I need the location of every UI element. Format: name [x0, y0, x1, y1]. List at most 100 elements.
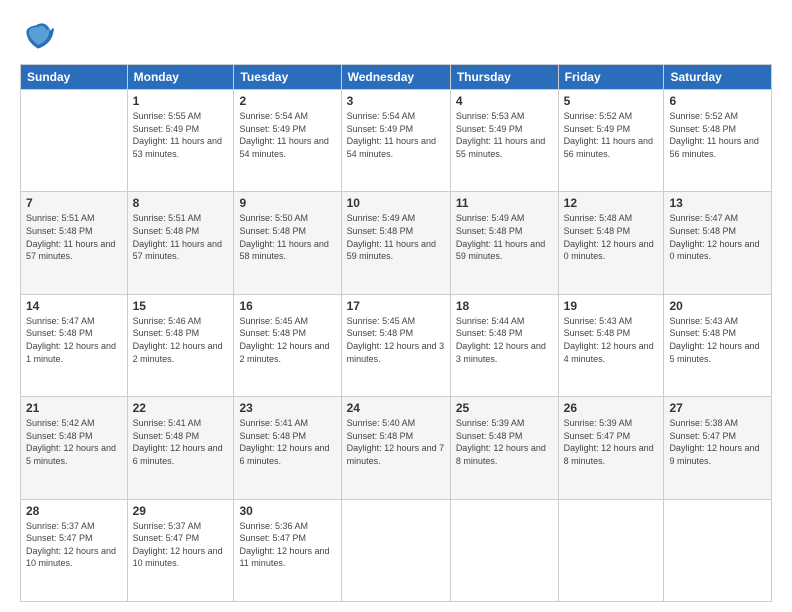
calendar-cell: 17 Sunrise: 5:45 AMSunset: 5:48 PMDayligh…: [341, 294, 450, 396]
day-info: Sunrise: 5:52 AMSunset: 5:48 PMDaylight:…: [669, 111, 758, 159]
day-number: 13: [669, 196, 766, 210]
weekday-header: Sunday: [21, 65, 128, 90]
day-number: 15: [133, 299, 229, 313]
calendar-cell: [341, 499, 450, 601]
day-number: 27: [669, 401, 766, 415]
calendar-cell: 13 Sunrise: 5:47 AMSunset: 5:48 PMDayligh…: [664, 192, 772, 294]
day-info: Sunrise: 5:49 AMSunset: 5:48 PMDaylight:…: [456, 213, 545, 261]
calendar-week-row: 7 Sunrise: 5:51 AMSunset: 5:48 PMDaylight…: [21, 192, 772, 294]
calendar-cell: 11 Sunrise: 5:49 AMSunset: 5:48 PMDayligh…: [450, 192, 558, 294]
calendar-cell: 18 Sunrise: 5:44 AMSunset: 5:48 PMDayligh…: [450, 294, 558, 396]
day-info: Sunrise: 5:52 AMSunset: 5:49 PMDaylight:…: [564, 111, 653, 159]
calendar-cell: 22 Sunrise: 5:41 AMSunset: 5:48 PMDayligh…: [127, 397, 234, 499]
day-number: 14: [26, 299, 122, 313]
calendar-cell: 29Sunrise: 5:37 AMSunset: 5:47 PMDayligh…: [127, 499, 234, 601]
weekday-header: Saturday: [664, 65, 772, 90]
calendar-cell: 5 Sunrise: 5:52 AMSunset: 5:49 PMDaylight…: [558, 90, 664, 192]
day-number: 17: [347, 299, 445, 313]
calendar-cell: 16 Sunrise: 5:45 AMSunset: 5:48 PMDayligh…: [234, 294, 341, 396]
calendar-week-row: 21 Sunrise: 5:42 AMSunset: 5:48 PMDayligh…: [21, 397, 772, 499]
calendar-cell: [664, 499, 772, 601]
logo-icon: [20, 18, 56, 54]
day-info: Sunrise: 5:37 AMSunset: 5:47 PMDaylight:…: [133, 521, 223, 569]
day-number: 21: [26, 401, 122, 415]
calendar-cell: 27 Sunrise: 5:38 AMSunset: 5:47 PMDayligh…: [664, 397, 772, 499]
calendar-cell: 25 Sunrise: 5:39 AMSunset: 5:48 PMDayligh…: [450, 397, 558, 499]
day-info: Sunrise: 5:55 AMSunset: 5:49 PMDaylight:…: [133, 111, 222, 159]
day-info: Sunrise: 5:44 AMSunset: 5:48 PMDaylight:…: [456, 316, 546, 364]
day-info: Sunrise: 5:46 AMSunset: 5:48 PMDaylight:…: [133, 316, 223, 364]
day-info: Sunrise: 5:45 AMSunset: 5:48 PMDaylight:…: [239, 316, 329, 364]
day-number: 2: [239, 94, 335, 108]
day-number: 24: [347, 401, 445, 415]
calendar-cell: 9 Sunrise: 5:50 AMSunset: 5:48 PMDaylight…: [234, 192, 341, 294]
calendar-week-row: 28 Sunrise: 5:37 AMSunset: 5:47 PMDayligh…: [21, 499, 772, 601]
day-number: 9: [239, 196, 335, 210]
day-info: Sunrise: 5:38 AMSunset: 5:47 PMDaylight:…: [669, 418, 759, 466]
calendar-cell: [21, 90, 128, 192]
day-info: Sunrise: 5:36 AMSunset: 5:47 PMDaylight:…: [239, 521, 329, 569]
calendar-cell: 12 Sunrise: 5:48 AMSunset: 5:48 PMDayligh…: [558, 192, 664, 294]
weekday-header: Wednesday: [341, 65, 450, 90]
calendar-cell: 19 Sunrise: 5:43 AMSunset: 5:48 PMDayligh…: [558, 294, 664, 396]
calendar-cell: 23 Sunrise: 5:41 AMSunset: 5:48 PMDayligh…: [234, 397, 341, 499]
day-info: Sunrise: 5:54 AMSunset: 5:49 PMDaylight:…: [347, 111, 436, 159]
weekday-header: Tuesday: [234, 65, 341, 90]
day-number: 12: [564, 196, 659, 210]
day-info: Sunrise: 5:54 AMSunset: 5:49 PMDaylight:…: [239, 111, 328, 159]
day-info: Sunrise: 5:48 AMSunset: 5:48 PMDaylight:…: [564, 213, 654, 261]
calendar-cell: 6 Sunrise: 5:52 AMSunset: 5:48 PMDaylight…: [664, 90, 772, 192]
day-info: Sunrise: 5:47 AMSunset: 5:48 PMDaylight:…: [669, 213, 759, 261]
day-info: Sunrise: 5:39 AMSunset: 5:48 PMDaylight:…: [456, 418, 546, 466]
day-number: 6: [669, 94, 766, 108]
day-info: Sunrise: 5:40 AMSunset: 5:48 PMDaylight:…: [347, 418, 445, 466]
day-info: Sunrise: 5:53 AMSunset: 5:49 PMDaylight:…: [456, 111, 545, 159]
calendar-cell: 3 Sunrise: 5:54 AMSunset: 5:49 PMDaylight…: [341, 90, 450, 192]
day-number: 20: [669, 299, 766, 313]
day-info: Sunrise: 5:50 AMSunset: 5:48 PMDaylight:…: [239, 213, 328, 261]
day-number: 26: [564, 401, 659, 415]
calendar-cell: 15 Sunrise: 5:46 AMSunset: 5:48 PMDayligh…: [127, 294, 234, 396]
day-info: Sunrise: 5:45 AMSunset: 5:48 PMDaylight:…: [347, 316, 445, 364]
calendar-cell: 24 Sunrise: 5:40 AMSunset: 5:48 PMDayligh…: [341, 397, 450, 499]
day-number: 19: [564, 299, 659, 313]
weekday-header: Thursday: [450, 65, 558, 90]
day-info: Sunrise: 5:41 AMSunset: 5:48 PMDaylight:…: [133, 418, 223, 466]
day-number: 18: [456, 299, 553, 313]
day-number: 5: [564, 94, 659, 108]
calendar-cell: 8Sunrise: 5:51 AMSunset: 5:48 PMDaylight…: [127, 192, 234, 294]
calendar-table: SundayMondayTuesdayWednesdayThursdayFrid…: [20, 64, 772, 602]
day-number: 7: [26, 196, 122, 210]
calendar-cell: 14Sunrise: 5:47 AMSunset: 5:48 PMDayligh…: [21, 294, 128, 396]
page: SundayMondayTuesdayWednesdayThursdayFrid…: [0, 0, 792, 612]
day-info: Sunrise: 5:42 AMSunset: 5:48 PMDaylight:…: [26, 418, 116, 466]
day-number: 16: [239, 299, 335, 313]
day-info: Sunrise: 5:41 AMSunset: 5:48 PMDaylight:…: [239, 418, 329, 466]
weekday-header: Friday: [558, 65, 664, 90]
header: [20, 18, 772, 54]
day-number: 28: [26, 504, 122, 518]
calendar-cell: 26 Sunrise: 5:39 AMSunset: 5:47 PMDayligh…: [558, 397, 664, 499]
day-number: 25: [456, 401, 553, 415]
calendar-week-row: 1 Sunrise: 5:55 AMSunset: 5:49 PMDaylight…: [21, 90, 772, 192]
day-info: Sunrise: 5:43 AMSunset: 5:48 PMDaylight:…: [564, 316, 654, 364]
calendar-cell: 20Sunrise: 5:43 AMSunset: 5:48 PMDayligh…: [664, 294, 772, 396]
day-number: 23: [239, 401, 335, 415]
day-number: 11: [456, 196, 553, 210]
calendar-week-row: 14Sunrise: 5:47 AMSunset: 5:48 PMDayligh…: [21, 294, 772, 396]
day-info: Sunrise: 5:51 AMSunset: 5:48 PMDaylight:…: [26, 213, 115, 261]
calendar-cell: 30 Sunrise: 5:36 AMSunset: 5:47 PMDayligh…: [234, 499, 341, 601]
day-info: Sunrise: 5:49 AMSunset: 5:48 PMDaylight:…: [347, 213, 436, 261]
day-info: Sunrise: 5:39 AMSunset: 5:47 PMDaylight:…: [564, 418, 654, 466]
day-number: 22: [133, 401, 229, 415]
day-number: 1: [133, 94, 229, 108]
day-number: 3: [347, 94, 445, 108]
calendar-header-row: SundayMondayTuesdayWednesdayThursdayFrid…: [21, 65, 772, 90]
day-number: 30: [239, 504, 335, 518]
calendar-cell: 21 Sunrise: 5:42 AMSunset: 5:48 PMDayligh…: [21, 397, 128, 499]
calendar-cell: [558, 499, 664, 601]
weekday-header: Monday: [127, 65, 234, 90]
logo: [20, 18, 60, 54]
day-number: 8: [133, 196, 229, 210]
calendar-cell: 4Sunrise: 5:53 AMSunset: 5:49 PMDaylight…: [450, 90, 558, 192]
